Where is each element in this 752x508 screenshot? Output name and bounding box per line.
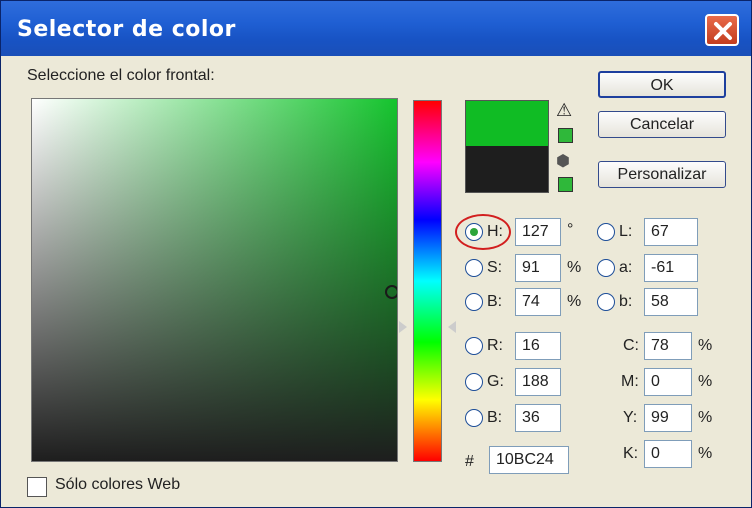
label-b: B: <box>487 293 503 310</box>
close-button[interactable] <box>705 14 739 46</box>
label-y: Y: <box>623 409 638 426</box>
hex-field[interactable]: 10BC24 <box>489 446 569 474</box>
unit-k: % <box>698 445 713 462</box>
radio-lab-b[interactable] <box>597 293 615 311</box>
radio-h[interactable] <box>465 223 483 241</box>
label-rgb-b: B: <box>487 409 503 426</box>
hue-slider-left-arrow[interactable] <box>399 321 407 333</box>
radio-a[interactable] <box>597 259 615 277</box>
radio-s[interactable] <box>465 259 483 277</box>
gamut-color-swatch[interactable] <box>558 128 573 143</box>
dialog-title: Selector de color <box>17 17 236 42</box>
out-of-gamut-warning-icon[interactable]: ⚠ <box>556 100 572 121</box>
field-rgb-b[interactable]: 36 <box>515 404 561 432</box>
radio-l[interactable] <box>597 223 615 241</box>
field-m[interactable]: 0 <box>644 368 692 396</box>
custom-colors-button[interactable]: Personalizar <box>598 161 726 188</box>
label-h: H: <box>487 223 503 240</box>
color-field[interactable] <box>31 98 398 462</box>
field-h[interactable]: 127 <box>515 218 561 246</box>
radio-r[interactable] <box>465 337 483 355</box>
field-s[interactable]: 91 <box>515 254 561 282</box>
color-picker-marker[interactable] <box>385 285 397 299</box>
ok-button[interactable]: OK <box>598 71 726 98</box>
web-safe-color-swatch[interactable] <box>558 177 573 192</box>
label-s: S: <box>487 259 503 276</box>
title-bar[interactable]: Selector de color <box>1 1 751 56</box>
radio-rgb-b[interactable] <box>465 409 483 427</box>
unit-b: % <box>567 293 582 310</box>
unit-s: % <box>567 259 582 276</box>
hue-slider[interactable] <box>413 100 442 462</box>
web-safe-cube-icon[interactable]: ⬢ <box>556 151 570 171</box>
field-r[interactable]: 16 <box>515 332 561 360</box>
label-lab-b: b: <box>619 293 633 310</box>
field-c[interactable]: 78 <box>644 332 692 360</box>
field-k[interactable]: 0 <box>644 440 692 468</box>
field-y[interactable]: 99 <box>644 404 692 432</box>
label-g: G: <box>487 373 504 390</box>
label-k: K: <box>623 445 639 462</box>
close-icon <box>714 22 732 40</box>
label-m: M: <box>621 373 639 390</box>
cancel-button[interactable]: Cancelar <box>598 111 726 138</box>
new-color-swatch <box>465 100 549 147</box>
label-l: L: <box>619 223 633 240</box>
label-c: C: <box>623 337 639 354</box>
unit-c: % <box>698 337 713 354</box>
label-a: a: <box>619 259 633 276</box>
current-color-swatch <box>465 146 549 193</box>
field-g[interactable]: 188 <box>515 368 561 396</box>
field-a[interactable]: -61 <box>644 254 698 282</box>
label-r: R: <box>487 337 503 354</box>
radio-b[interactable] <box>465 293 483 311</box>
unit-m: % <box>698 373 713 390</box>
web-only-checkbox[interactable] <box>27 477 47 497</box>
field-l[interactable]: 67 <box>644 218 698 246</box>
field-b[interactable]: 74 <box>515 288 561 316</box>
field-lab-b[interactable]: 58 <box>644 288 698 316</box>
hex-label: # <box>465 453 474 470</box>
unit-y: % <box>698 409 713 426</box>
prompt-label: Seleccione el color frontal: <box>27 67 215 84</box>
radio-g[interactable] <box>465 373 483 391</box>
unit-degree: ° <box>567 221 574 238</box>
web-only-label: Sólo colores Web <box>55 476 181 493</box>
hue-slider-right-arrow[interactable] <box>448 321 456 333</box>
color-picker-dialog: Selector de color Seleccione el color fr… <box>0 0 752 508</box>
